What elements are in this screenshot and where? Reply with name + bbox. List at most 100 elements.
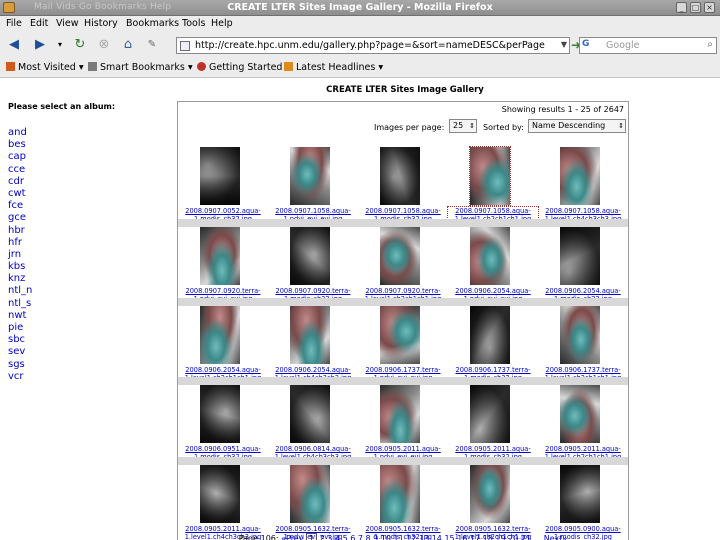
gallery-item[interactable]: 2008.0907.1058.aqua- 1.level1.ch4ch3ch3.j… (538, 147, 628, 225)
page-link[interactable]: 20 (508, 534, 518, 540)
page-link[interactable]: 5 (343, 534, 348, 540)
bookmark-smart-bookmarks[interactable]: Smart Bookmarks ▾ (88, 62, 193, 73)
page-link[interactable]: 7 (358, 534, 363, 540)
minimize-icon[interactable]: _ (676, 2, 687, 13)
history-dropdown-icon[interactable]: ▾ (52, 37, 68, 53)
home-icon[interactable]: ⌂ (120, 37, 136, 53)
album-link[interactable]: ntl_s (8, 298, 32, 310)
url-dropdown-icon[interactable]: ▼ (561, 40, 567, 49)
page-link[interactable]: 16 (457, 534, 467, 540)
stop-icon[interactable]: ⊗ (96, 37, 112, 53)
satellite-thumbnail[interactable] (290, 465, 330, 523)
bookmark-latest-headlines[interactable]: Latest Headlines ▾ (284, 62, 383, 73)
album-link[interactable]: and (8, 127, 32, 139)
satellite-thumbnail[interactable] (470, 306, 510, 364)
album-link[interactable]: jrn (8, 249, 32, 261)
album-link[interactable]: knz (8, 273, 32, 285)
satellite-thumbnail[interactable] (560, 385, 600, 443)
menu-edit[interactable]: Edit (30, 18, 48, 29)
page-link[interactable]: 17 (470, 534, 480, 540)
gallery-item[interactable]: 2008.0906.2054.aqua- 1.ndvi_evi_evi.jpg (448, 227, 538, 305)
satellite-thumbnail[interactable] (290, 147, 330, 205)
satellite-thumbnail[interactable] (380, 306, 420, 364)
gallery-item[interactable]: 2008.0905.2011.aqua- 1.level1.ch2ch1ch1.j… (538, 385, 628, 463)
album-link[interactable]: sgs (8, 359, 32, 371)
menu-help[interactable]: Help (211, 18, 233, 29)
gallery-item[interactable]: 2008.0905.2011.aqua- 1.ndvi_evi_evi.jpg (358, 385, 448, 463)
album-link[interactable]: fce (8, 200, 32, 212)
gallery-item[interactable]: 2008.0907.0052.aqua- 1.modis_ch32.jpg (178, 147, 268, 225)
album-link[interactable]: hbr (8, 225, 32, 237)
satellite-thumbnail[interactable] (560, 227, 600, 285)
reload-icon[interactable]: ↻ (72, 37, 88, 53)
page-link[interactable]: 3 (327, 534, 332, 540)
bookmark-most-visited[interactable]: Most Visited ▾ (6, 62, 84, 73)
album-link[interactable]: kbs (8, 261, 32, 273)
satellite-thumbnail[interactable] (200, 306, 240, 364)
album-link[interactable]: bes (8, 139, 32, 151)
url-bar[interactable]: http://create.hpc.unm.edu/gallery.php?pa… (176, 37, 570, 54)
page-link[interactable]: 9 (373, 534, 378, 540)
menu-tools[interactable]: Tools (182, 18, 205, 29)
page-link[interactable]: 2 (320, 534, 325, 540)
gallery-item[interactable]: 2008.0905.1632.terra- 1.level1.ch2ch1ch1.… (448, 465, 538, 540)
page-link[interactable]: 13 (419, 534, 429, 540)
search-placeholder[interactable]: Google (606, 40, 640, 51)
menu-file[interactable]: File (6, 18, 22, 29)
gallery-item[interactable]: 2008.0906.0814.aqua- 1.level1.ch4ch3ch3.j… (268, 385, 358, 463)
album-link[interactable]: vcr (8, 371, 32, 383)
sort-select[interactable]: Name Descending ⇕ (528, 119, 626, 133)
satellite-thumbnail[interactable] (560, 306, 600, 364)
satellite-thumbnail[interactable] (200, 147, 240, 205)
gallery-item[interactable]: 2008.0905.0900.aqua- 1.modis_ch32.jpg (538, 465, 628, 540)
satellite-thumbnail[interactable] (290, 227, 330, 285)
maximize-icon[interactable]: □ (690, 2, 701, 13)
gallery-item[interactable]: 2008.0907.0920.terra- 1.modis_ch32.jpg (268, 227, 358, 305)
page-link[interactable]: 6 (350, 534, 355, 540)
page-link[interactable]: 19 (495, 534, 505, 540)
satellite-thumbnail[interactable] (200, 385, 240, 443)
album-link[interactable]: ntl_n (8, 285, 32, 297)
album-link[interactable]: sev (8, 346, 32, 358)
album-link[interactable]: sbc (8, 334, 32, 346)
satellite-thumbnail[interactable] (380, 465, 420, 523)
album-link[interactable]: cwt (8, 188, 32, 200)
satellite-thumbnail[interactable] (380, 147, 420, 205)
page-link[interactable]: 10 (381, 534, 391, 540)
gallery-item[interactable]: 2008.0907.1058.aqua- 1.modis_ch32.jpg (358, 147, 448, 225)
satellite-thumbnail[interactable] (200, 227, 240, 285)
page-link[interactable]: 15 (444, 534, 454, 540)
images-per-page-select[interactable]: 25 ⇕ (449, 119, 477, 133)
gallery-item[interactable]: 2008.0906.1737.terra- 1.level1.ch2ch1ch1.… (538, 306, 628, 384)
album-link[interactable]: cap (8, 151, 32, 163)
album-link[interactable]: pie (8, 322, 32, 334)
satellite-thumbnail[interactable] (290, 306, 330, 364)
gallery-item[interactable]: 2008.0906.2054.aqua- 1.modis_ch32.jpg (538, 227, 628, 305)
forward-arrow-icon[interactable]: ▶ (32, 37, 48, 53)
album-link[interactable]: nwt (8, 310, 32, 322)
bookmark-getting-started[interactable]: Getting Started (197, 62, 282, 73)
album-link[interactable]: cce (8, 164, 32, 176)
back-arrow-icon[interactable]: ◀ (6, 37, 22, 53)
prev-page-link[interactable]: «Prev (281, 534, 303, 540)
satellite-thumbnail[interactable] (470, 465, 510, 523)
gallery-item[interactable]: 2008.0905.2011.aqua- 1.level1.ch4ch3ch3.j… (178, 465, 268, 540)
gallery-item[interactable]: 2008.0907.0920.terra- 1.ndvi_evi_evi.jpg (178, 227, 268, 305)
menu-view[interactable]: View (56, 18, 79, 29)
page-link[interactable]: 14 (432, 534, 442, 540)
satellite-thumbnail[interactable] (290, 385, 330, 443)
gallery-item[interactable]: 2008.0906.1737.terra- 1.ndvi_evi_evi.jpg (358, 306, 448, 384)
gallery-item[interactable]: 2008.0907.1058.aqua- 1.ndvi_evi_evi.jpg (268, 147, 358, 225)
url-text[interactable]: http://create.hpc.unm.edu/gallery.php?pa… (195, 40, 545, 51)
gallery-item[interactable]: 2008.0906.1737.terra- 1.modis_ch32.jpg (448, 306, 538, 384)
search-engine-icon[interactable]: G (582, 39, 602, 52)
gallery-item[interactable]: 2008.0906.2054.aqua- 1.level1.ch4ch3ch3.j… (268, 306, 358, 384)
satellite-thumbnail[interactable] (469, 146, 511, 206)
menu-bookmarks[interactable]: Bookmarks (126, 18, 179, 29)
gallery-item[interactable]: 2008.0905.1632.terra- 1.modis_ch32.jpg (358, 465, 448, 540)
gallery-item[interactable]: 2008.0907.1058.aqua- 1.level1.ch2ch1ch1.j… (447, 146, 539, 225)
satellite-thumbnail[interactable] (560, 465, 600, 523)
satellite-thumbnail[interactable] (380, 227, 420, 285)
page-link[interactable]: 21 (521, 534, 531, 540)
next-page-link[interactable]: Next» (544, 534, 568, 540)
